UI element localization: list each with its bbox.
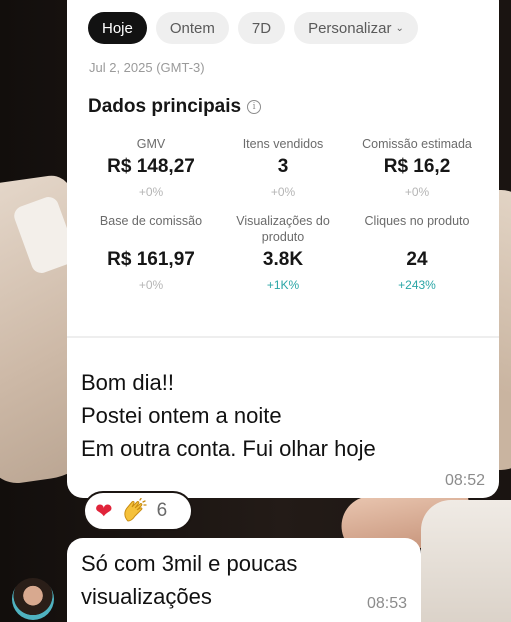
metric-base-de-comissao: Base de comissão R$ 161,97 +0%	[81, 213, 221, 292]
message-line: Só com 3mil e poucas	[81, 551, 298, 576]
metric-value: R$ 161,97	[107, 249, 195, 270]
message-line: Postei ontem a noite	[81, 403, 282, 428]
metric-label: Visualizações do produto	[236, 214, 330, 244]
tab-hoje[interactable]: Hoje	[88, 12, 147, 44]
metric-gmv: GMV R$ 148,27 +0%	[81, 136, 221, 199]
message-reactions[interactable]: ❤ 6	[83, 491, 193, 531]
tab-ontem[interactable]: Ontem	[155, 12, 229, 44]
message-line: visualizações	[81, 584, 212, 609]
red-heart-icon: ❤	[95, 498, 113, 523]
reaction-count: 6	[156, 500, 168, 521]
dashboard-screenshot[interactable]: Hoje Ontem 7D Personalizar ⌄ Jul 2, 2025…	[67, 0, 499, 336]
period-tabs: Hoje Ontem 7D Personalizar ⌄	[88, 12, 418, 44]
message-timestamp: 08:53	[366, 595, 407, 612]
section-title: Dados principais i	[88, 96, 262, 118]
metric-label: Comissão estimada	[362, 137, 472, 151]
metric-change: +1K%	[266, 278, 300, 292]
metric-comissao-estimada: Comissão estimada R$ 16,2 +0%	[347, 136, 487, 199]
metric-change: +0%	[270, 185, 296, 199]
metric-label: Base de comissão	[99, 214, 203, 228]
metric-change: +0%	[138, 278, 164, 292]
metric-itens-vendidos: Itens vendidos 3 +0%	[213, 136, 353, 199]
metric-label: GMV	[136, 137, 166, 151]
metric-change: +0%	[138, 185, 164, 199]
metric-value: 24	[406, 249, 428, 270]
message-text: Só com 3mil e poucas visualizações	[81, 547, 297, 613]
metric-cliques-no-produto: Cliques no produto 24 +243%	[347, 213, 487, 292]
text-message-bubble[interactable]: Só com 3mil e poucas visualizações 08:53	[67, 538, 421, 622]
metric-value: R$ 148,27	[107, 156, 195, 177]
divider	[67, 336, 499, 338]
tab-7d[interactable]: 7D	[237, 12, 286, 44]
message-text: Bom dia!! Postei ontem a noite Em outra …	[81, 366, 376, 465]
metric-value: 3.8K	[262, 249, 304, 270]
clapping-hands-icon	[121, 498, 147, 524]
tab-personalizar-label: Personalizar	[308, 19, 392, 37]
metric-change: +0%	[404, 185, 430, 199]
message-line: Bom dia!!	[81, 370, 174, 395]
metric-label: Cliques no produto	[364, 214, 470, 228]
image-message-bubble[interactable]: Hoje Ontem 7D Personalizar ⌄ Jul 2, 2025…	[67, 0, 499, 498]
metric-change: +243%	[398, 278, 436, 292]
info-icon[interactable]: i	[247, 100, 262, 114]
tab-personalizar[interactable]: Personalizar ⌄	[294, 12, 418, 44]
metric-value: 3	[277, 156, 289, 177]
avatar[interactable]	[12, 578, 54, 620]
report-date: Jul 2, 2025 (GMT-3)	[89, 60, 205, 75]
chevron-down-icon: ⌄	[395, 22, 404, 34]
metric-visualizacoes-do-produto: Visualizações do produto 3.8K +1K%	[213, 213, 353, 292]
section-title-text: Dados principais	[88, 96, 242, 117]
message-line: Em outra conta. Fui olhar hoje	[81, 436, 376, 461]
metric-label: Itens vendidos	[242, 137, 324, 151]
metric-value: R$ 16,2	[383, 156, 451, 177]
message-timestamp: 08:52	[444, 472, 485, 489]
